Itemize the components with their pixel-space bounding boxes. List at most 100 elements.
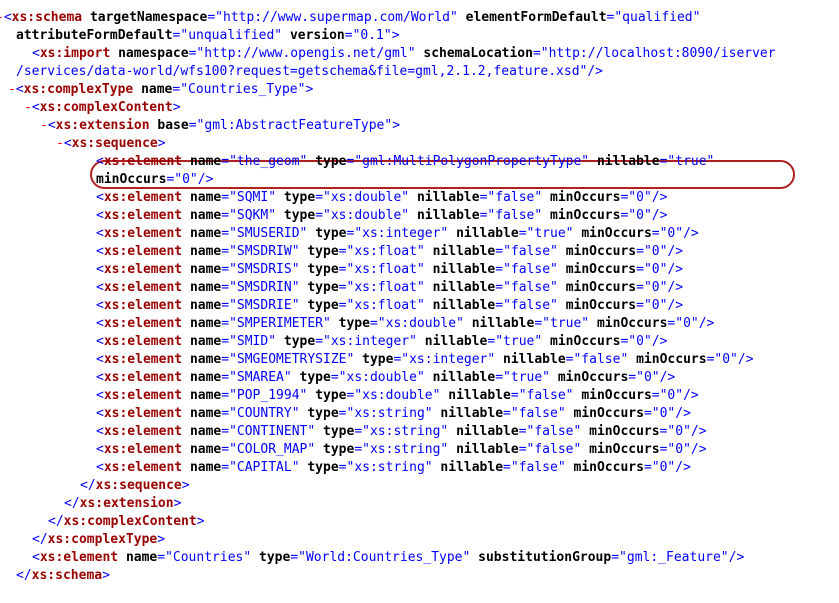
xml-bracket: /> bbox=[728, 550, 745, 565]
xml-equals: = bbox=[495, 262, 504, 277]
xml-space bbox=[628, 352, 636, 367]
xml-attr-name: name bbox=[189, 370, 222, 385]
xml-tag-name: xs:element bbox=[103, 154, 183, 169]
xml-line: -<xs:schema targetNamespace="http://www.… bbox=[0, 9, 700, 27]
xml-equals: = bbox=[651, 388, 660, 403]
xml-equals: = bbox=[338, 244, 347, 259]
xml-tag-name: xs:schema bbox=[11, 10, 83, 25]
xml-bracket: < bbox=[31, 100, 40, 115]
xml-attr-name: nillable bbox=[456, 424, 519, 439]
xml-bracket: /> bbox=[683, 226, 699, 241]
xml-tag-name: xs:element bbox=[103, 334, 183, 349]
xml-bracket: < bbox=[96, 334, 104, 349]
xml-equals: = bbox=[221, 298, 230, 313]
xml-attr-value: "http://localhost:8090/iserver bbox=[540, 46, 776, 61]
xml-attr-value: "xs:integer" bbox=[323, 334, 417, 349]
xml-bracket: < bbox=[47, 118, 56, 133]
xml-attr-value: "COUNTRY" bbox=[229, 406, 300, 421]
collapse-toggle[interactable]: - bbox=[56, 136, 64, 151]
xml-line: <xs:element name="POP_1994" type="xs:dou… bbox=[96, 387, 699, 405]
xml-line: <xs:element name="SMSDRIS" type="xs:floa… bbox=[96, 261, 683, 279]
xml-bracket: /> bbox=[587, 64, 604, 79]
xml-attr-value: "SMID" bbox=[229, 334, 277, 349]
xml-attr-name: minOccurs bbox=[636, 352, 707, 367]
xml-attr-value: "true" bbox=[503, 370, 551, 385]
xml-attr-name: namespace bbox=[118, 46, 189, 61]
xml-attr-name: nillable bbox=[432, 370, 496, 385]
xml-tag-name: xs:element bbox=[103, 298, 183, 313]
xml-equals: = bbox=[354, 424, 363, 439]
xml-tag-name: xs:extension bbox=[79, 496, 174, 511]
xml-space bbox=[589, 154, 597, 169]
xml-bracket: /> bbox=[197, 172, 214, 187]
xml-equals: = bbox=[221, 226, 230, 241]
xml-bracket: /> bbox=[667, 280, 684, 295]
xml-tag-name: xs:schema bbox=[31, 568, 103, 583]
xml-tag-name: xs:element bbox=[103, 406, 183, 421]
xml-equals: = bbox=[636, 262, 644, 277]
xml-attr-value: /services/data-world/wfs100?request=gets… bbox=[16, 64, 588, 79]
xml-attr-value: "gml:_Feature" bbox=[619, 550, 729, 565]
xml-equals: = bbox=[510, 388, 519, 403]
xml-equals: = bbox=[532, 46, 541, 61]
xml-space bbox=[182, 208, 190, 223]
collapse-toggle[interactable]: - bbox=[8, 82, 16, 97]
xml-attr-name: nillable bbox=[432, 298, 496, 313]
xml-attr-value: "SMPERIMETER" bbox=[229, 316, 331, 331]
xml-attr-name: type bbox=[338, 316, 370, 331]
xml-space bbox=[409, 208, 417, 223]
xml-attr-value: "0" bbox=[651, 406, 676, 421]
collapse-toggle[interactable]: - bbox=[24, 100, 32, 115]
xml-equals: = bbox=[315, 208, 324, 223]
xml-line: -<xs:complexContent> bbox=[24, 99, 181, 117]
xml-equals: = bbox=[338, 406, 347, 421]
xml-tag-name: xs:extension bbox=[55, 118, 150, 133]
xml-bracket: /> bbox=[690, 424, 707, 439]
xml-space bbox=[110, 46, 118, 61]
xml-attr-value: "0" bbox=[659, 226, 684, 241]
xml-attr-value: "gml:MultiPolygonPropertyType" bbox=[354, 154, 590, 169]
xml-equals: = bbox=[495, 280, 504, 295]
xml-bracket: /> bbox=[675, 460, 691, 475]
xml-space bbox=[276, 208, 284, 223]
xml-space bbox=[315, 424, 323, 439]
xml-attr-value: "unqualified" bbox=[180, 28, 283, 43]
xml-line: <xs:element name="CONTINENT" type="xs:st… bbox=[96, 423, 707, 441]
xml-bracket: < bbox=[96, 460, 104, 475]
xml-equals: = bbox=[221, 352, 230, 367]
xml-space bbox=[558, 298, 566, 313]
xml-bracket: /> bbox=[683, 388, 699, 403]
xml-attr-value: "false" bbox=[510, 460, 566, 475]
xml-equals: = bbox=[338, 298, 347, 313]
xml-bracket: > bbox=[102, 568, 110, 583]
xml-space bbox=[307, 154, 315, 169]
xml-attr-value: "true" bbox=[542, 316, 590, 331]
xml-space bbox=[182, 370, 190, 385]
xml-equals: = bbox=[628, 370, 637, 385]
xml-attr-name: nillable bbox=[596, 154, 660, 169]
xml-equals: = bbox=[338, 280, 347, 295]
xml-space bbox=[589, 316, 597, 331]
xml-space bbox=[182, 442, 190, 457]
xml-bracket: < bbox=[96, 190, 104, 205]
xml-attr-value: "CONTINENT" bbox=[229, 424, 316, 439]
xml-line: /services/data-world/wfs100?request=gets… bbox=[16, 63, 603, 81]
xml-attr-value: "Countries" bbox=[165, 550, 252, 565]
xml-space bbox=[448, 226, 456, 241]
xml-attr-name: minOccurs bbox=[565, 298, 637, 313]
xml-space bbox=[409, 190, 417, 205]
xml-attr-name: type bbox=[315, 388, 347, 403]
xml-equals: = bbox=[636, 298, 644, 313]
collapse-toggle[interactable]: - bbox=[40, 118, 48, 133]
xml-attr-name: name bbox=[189, 424, 222, 439]
xml-attr-name: minOccurs bbox=[565, 244, 637, 259]
xml-space bbox=[307, 388, 315, 403]
xml-equals: = bbox=[207, 10, 216, 25]
xml-bracket: /> bbox=[667, 244, 684, 259]
xml-equals: = bbox=[221, 370, 230, 385]
xml-tag-name: xs:element bbox=[103, 442, 183, 457]
xml-bracket: < bbox=[15, 82, 24, 97]
xml-line: <xs:element name="SMSDRIW" type="xs:floa… bbox=[96, 243, 683, 261]
xml-attr-value: "0" bbox=[675, 316, 699, 331]
xml-attr-value: "http://www.opengis.net/gml" bbox=[196, 46, 416, 61]
